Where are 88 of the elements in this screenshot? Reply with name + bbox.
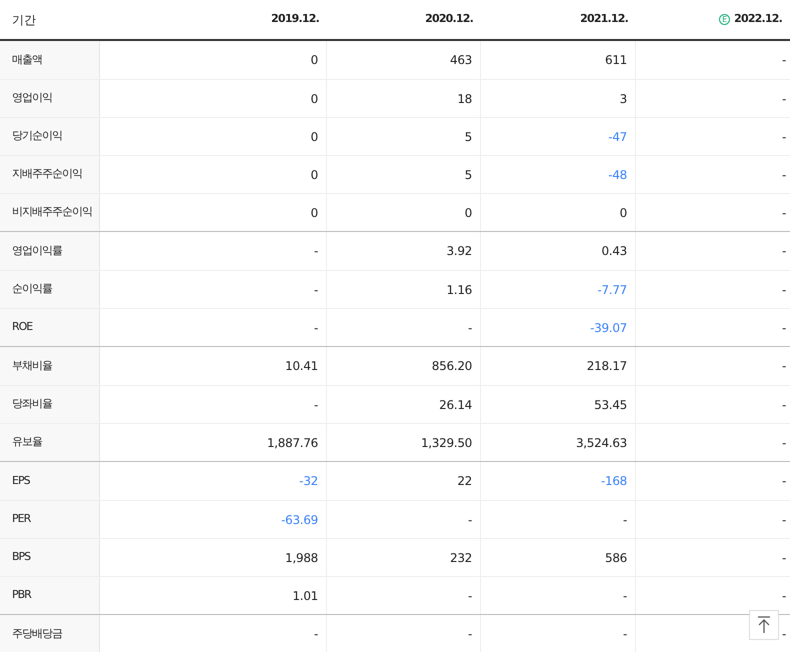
table-cell-text: -39.07: [590, 320, 627, 336]
table-cell-text: -168: [600, 473, 627, 490]
table-cell-text: 18: [457, 90, 472, 108]
row-header-cell: 영업이익: [0, 80, 100, 117]
table-cell-text: -: [782, 243, 786, 260]
row-header-cell: PBR: [0, 577, 100, 614]
row-header-cell: 유보율: [0, 424, 100, 461]
table-cell-text: -: [314, 396, 318, 414]
table-cell-text: -: [314, 320, 318, 336]
table-cell-text: -: [314, 243, 318, 260]
row-header-cell: 비지배주주순이익: [0, 194, 100, 231]
table-cell-text: 1.16: [446, 282, 472, 298]
table-cell-text: 0: [464, 204, 472, 222]
table-cell-text: -47: [608, 128, 627, 146]
table-cell-text: -48: [608, 166, 627, 184]
table-cell-text: 26.14: [439, 396, 472, 414]
row-header-cell: EPS: [0, 462, 100, 500]
table-cell-text: 611: [604, 52, 627, 69]
row-header-cell: PER: [0, 501, 100, 538]
table-cell-text: 3,524.63: [576, 434, 627, 452]
table-cell-text: 3: [620, 90, 627, 108]
table-cell-text: 1.01: [292, 588, 318, 604]
table-cell-text: 10.41: [285, 358, 318, 375]
table-cell-text: -: [782, 204, 786, 222]
table-cell-text: -: [782, 320, 786, 336]
table-cell-text: 5: [464, 128, 472, 146]
table-cell-text: 0: [310, 166, 318, 184]
table-cell-text: 3.92: [446, 243, 472, 260]
table-cell-text: 0: [310, 128, 318, 146]
table-cell-text: 1,988: [285, 550, 318, 566]
row-header-cell: 매출액: [0, 41, 100, 79]
table-cell-text: -: [782, 434, 786, 452]
table-cell-text: -: [314, 282, 318, 298]
column-header: 2019.12.: [271, 11, 319, 28]
scroll-to-top-button[interactable]: [749, 610, 779, 640]
table-cell-text: -: [622, 512, 627, 528]
table-cell-text: 218.17: [586, 358, 627, 375]
table-cell-text: -: [782, 473, 786, 490]
row-header-cell: ROE: [0, 309, 100, 346]
table-cell-text: -: [782, 512, 786, 528]
table-cell-text: 463: [450, 52, 472, 69]
row-header-cell: 지배주주순이익: [0, 156, 100, 193]
table-cell-text: -: [782, 52, 786, 69]
table-cell-text: -: [782, 90, 786, 108]
table-cell-text: -: [782, 128, 786, 146]
table-cell-text: 586: [604, 550, 627, 566]
table-cell-text: -: [622, 626, 627, 643]
row-header-cell: 순이익률: [0, 271, 100, 308]
column-header: 기간: [11, 12, 36, 28]
row-header-cell: 당기순이익: [0, 118, 100, 155]
table-cell-text: 53.45: [594, 396, 627, 414]
row-header-cell: 영업이익률: [0, 232, 100, 270]
table-cell-text: -7.77: [597, 282, 627, 298]
table-cell-text: -: [468, 320, 472, 336]
table-cell-text: 0: [310, 52, 318, 69]
table-cell-text: -: [622, 588, 627, 604]
column-header: 2021.12.: [580, 11, 628, 28]
row-header-cell: 부채비율: [0, 347, 100, 385]
table-cell-text: -: [782, 550, 786, 566]
row-header-cell: BPS: [0, 539, 100, 576]
row-header-cell: 주당배당금: [0, 615, 100, 652]
table-cell-text: 0.43: [601, 243, 627, 260]
table-cell-text: 0: [620, 204, 627, 222]
table-cell-text: -: [782, 282, 786, 298]
table-cell-text: -: [782, 166, 786, 184]
column-header: 2022.12.: [734, 11, 782, 28]
table-cell-text: -: [782, 588, 786, 604]
table-cell-text: -: [314, 626, 318, 643]
column-header: 2020.12.: [425, 11, 473, 28]
table-cell-text: 856.20: [432, 358, 472, 375]
row-header-cell: 당좌비율: [0, 386, 100, 423]
table-cell-text: 22: [457, 473, 472, 490]
table-cell-text: -: [782, 396, 786, 414]
arrow-up-icon: [757, 616, 771, 634]
table-cell-text: -: [468, 626, 472, 643]
table-cell-text: -: [468, 512, 472, 528]
table-cell-text: -32: [299, 473, 318, 490]
table-cell-text: 0: [310, 204, 318, 222]
table-cell-text: 0: [310, 90, 318, 108]
table-cell-text: 5: [464, 166, 472, 184]
table-cell-text: -: [782, 358, 786, 375]
estimate-badge: E: [719, 14, 730, 25]
table-cell-text: 1,329.50: [420, 434, 472, 452]
table-cell-text: -: [782, 626, 786, 643]
table-cell-text: 1,887.76: [266, 434, 318, 452]
table-cell-text: -: [468, 588, 472, 604]
table-cell-text: 232: [450, 550, 472, 566]
table-cell-text: -63.69: [281, 512, 318, 528]
